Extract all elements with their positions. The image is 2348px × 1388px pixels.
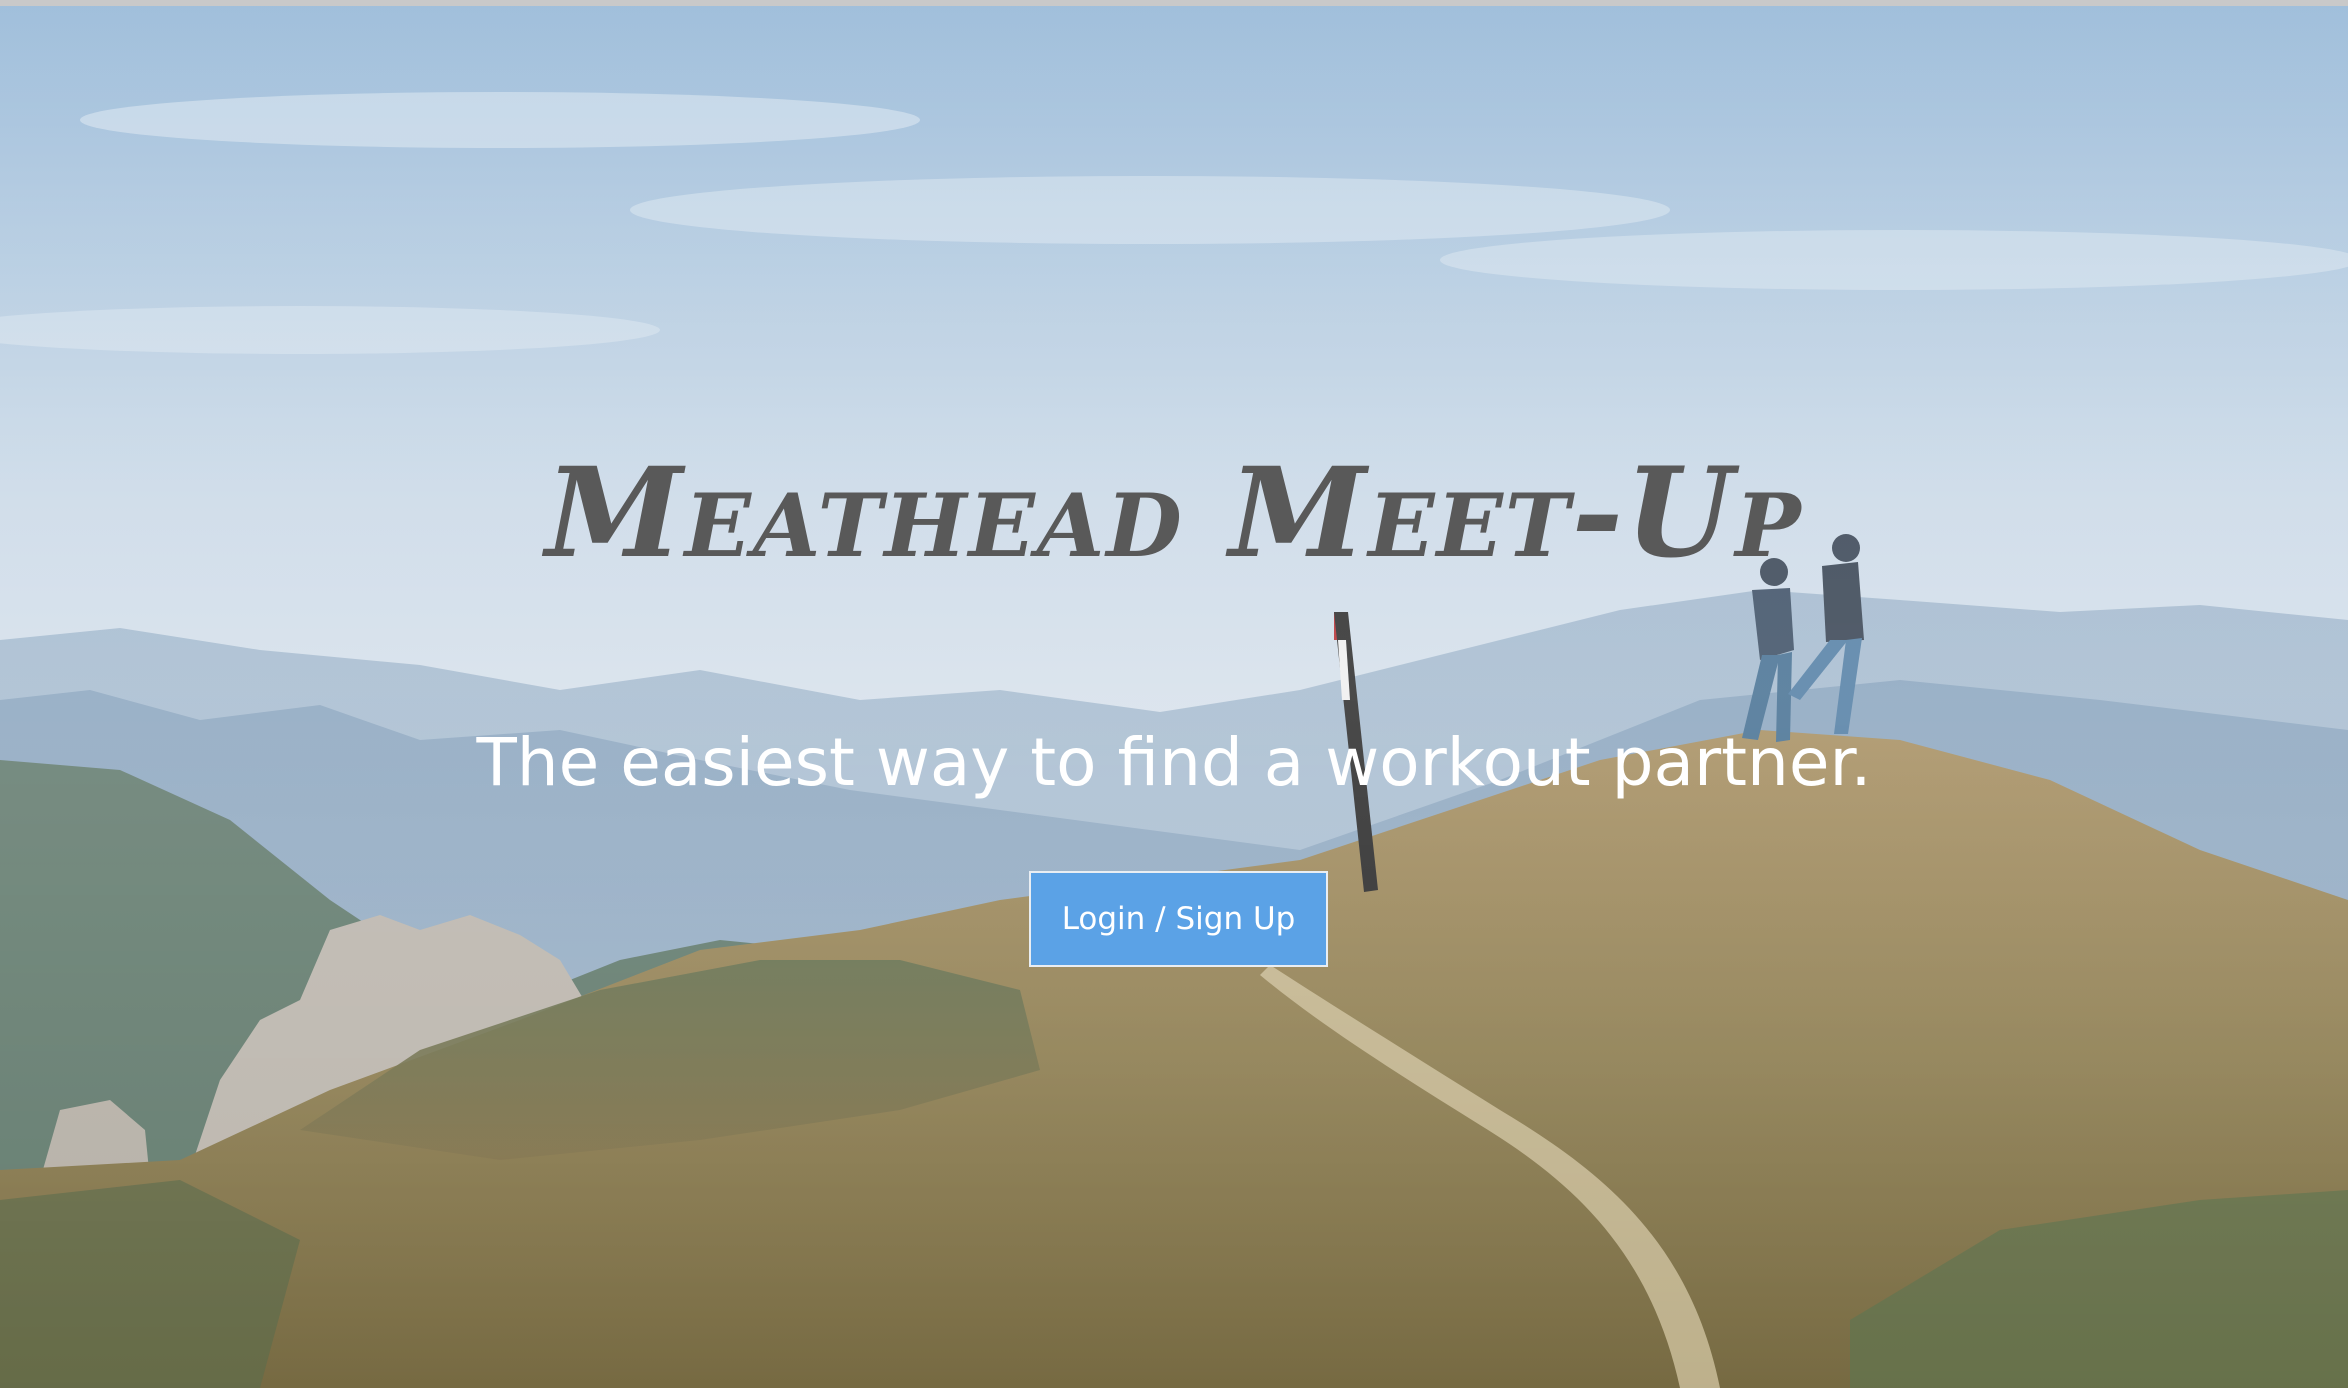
hero-section: Meathead Meet-Up The easiest way to find… <box>0 0 2348 1388</box>
login-signup-button[interactable]: Login / Sign Up <box>1029 871 1328 967</box>
hero-background-image <box>0 0 2348 1388</box>
site-title: Meathead Meet-Up <box>545 441 1803 586</box>
top-divider <box>0 0 2348 6</box>
site-tagline: The easiest way to find a workout partne… <box>476 724 1872 801</box>
